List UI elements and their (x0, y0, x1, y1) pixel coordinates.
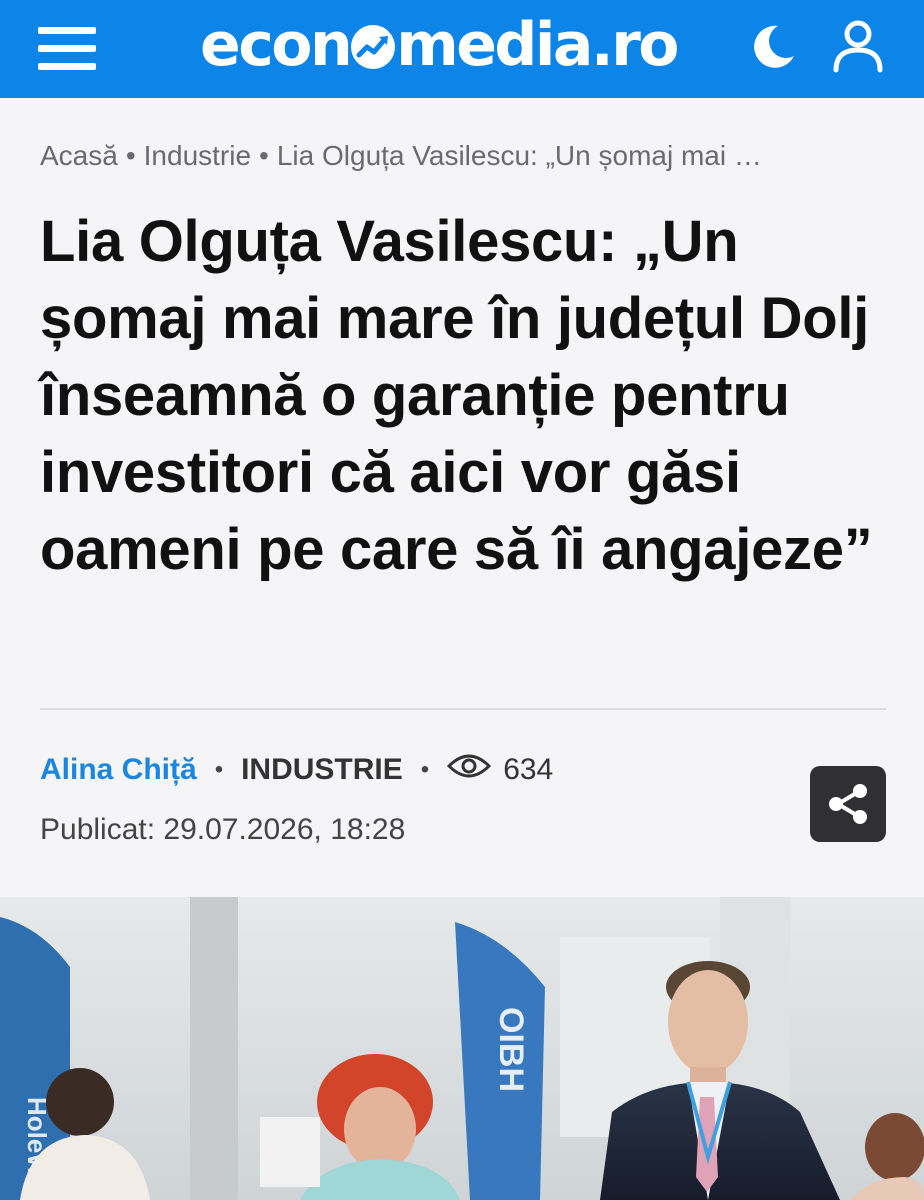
breadcrumb-separator: • (259, 140, 269, 171)
share-button[interactable] (810, 766, 886, 842)
breadcrumb: Acasă • Industrie • Lia Olguța Vasilescu: „U… (40, 140, 890, 172)
author-link[interactable]: Alina Chiță (40, 753, 197, 787)
publish-date: Publicat: 29.07.2026, 18:28 (40, 813, 406, 846)
logo-text-left: econ (200, 10, 353, 80)
hamburger-menu-icon[interactable] (38, 25, 96, 71)
meta-separator: • (214, 756, 224, 783)
breadcrumb-separator: • (125, 140, 136, 171)
title-divider (40, 708, 886, 710)
share-icon (829, 784, 867, 824)
article-photo: HoleWorld OIBH (0, 897, 924, 1200)
breadcrumb-current: Lia Olguța Vasilescu: „Un șomaj mai … (276, 140, 762, 171)
eye-icon (447, 752, 492, 788)
article-title: Lia Olguța Vasilescu: „Un șomaj mai mare… (40, 209, 873, 582)
breadcrumb-home[interactable]: Acasă (40, 140, 118, 171)
banner-text-mid: OIBH (492, 1007, 530, 1092)
meta-separator: • (420, 756, 430, 783)
top-header: econ media.ro (0, 0, 924, 98)
category-link[interactable]: INDUSTRIE (241, 753, 403, 787)
user-icon[interactable] (830, 16, 886, 76)
moon-icon[interactable] (748, 20, 800, 72)
site-logo[interactable]: econ media.ro (200, 10, 680, 80)
view-count: 634 (503, 753, 554, 786)
breadcrumb-category[interactable]: Industrie (144, 140, 251, 171)
logo-text-right: media.ro (396, 10, 679, 80)
logo-chart-icon (351, 25, 396, 69)
article-meta: Alina Chiță • INDUSTRIE • 634 (40, 752, 553, 788)
